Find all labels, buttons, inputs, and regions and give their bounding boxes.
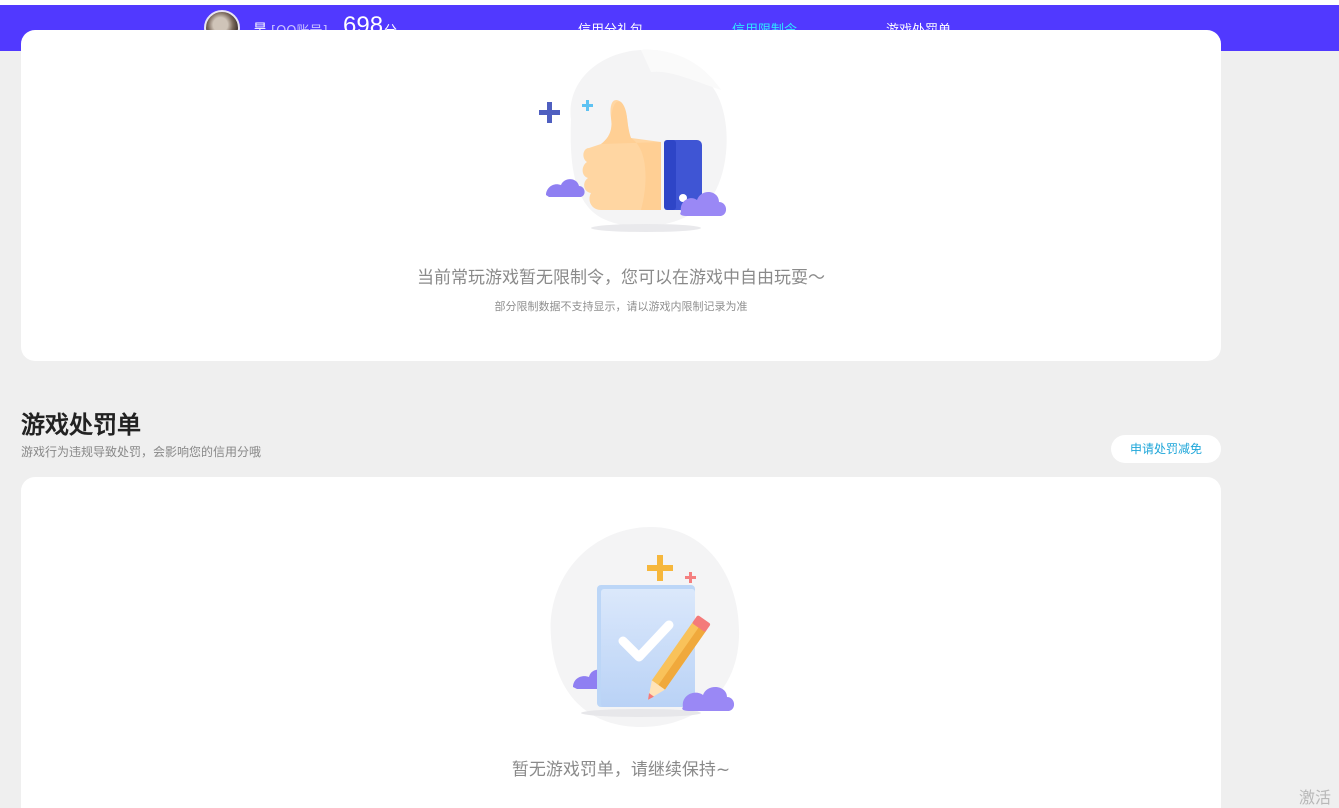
restriction-note: 部分限制数据不支持显示，请以游戏内限制记录为准: [494, 300, 748, 313]
penalty-section-title: 游戏处罚单: [21, 411, 141, 439]
activation-watermark: 激活: [1299, 788, 1332, 807]
restriction-card: 当前常玩游戏暂无限制令，您可以在游戏中自由玩耍～ 部分限制数据不支持显示，请以游…: [21, 30, 1221, 361]
penalty-section-description: 游戏行为违规导致处罚，会影响您的信用分哦: [21, 445, 262, 459]
apply-penalty-reduction-button[interactable]: 申请处罚减免: [1111, 435, 1221, 463]
restriction-message: 当前常玩游戏暂无限制令，您可以在游戏中自由玩耍～: [417, 268, 825, 288]
checklist-pencil-illustration-icon: [550, 527, 740, 727]
penalty-card: 暂无游戏罚单，请继续保持~: [21, 477, 1221, 808]
penalty-empty-message: 暂无游戏罚单，请继续保持~: [511, 760, 731, 780]
thumbs-up-illustration-icon: [539, 49, 727, 232]
